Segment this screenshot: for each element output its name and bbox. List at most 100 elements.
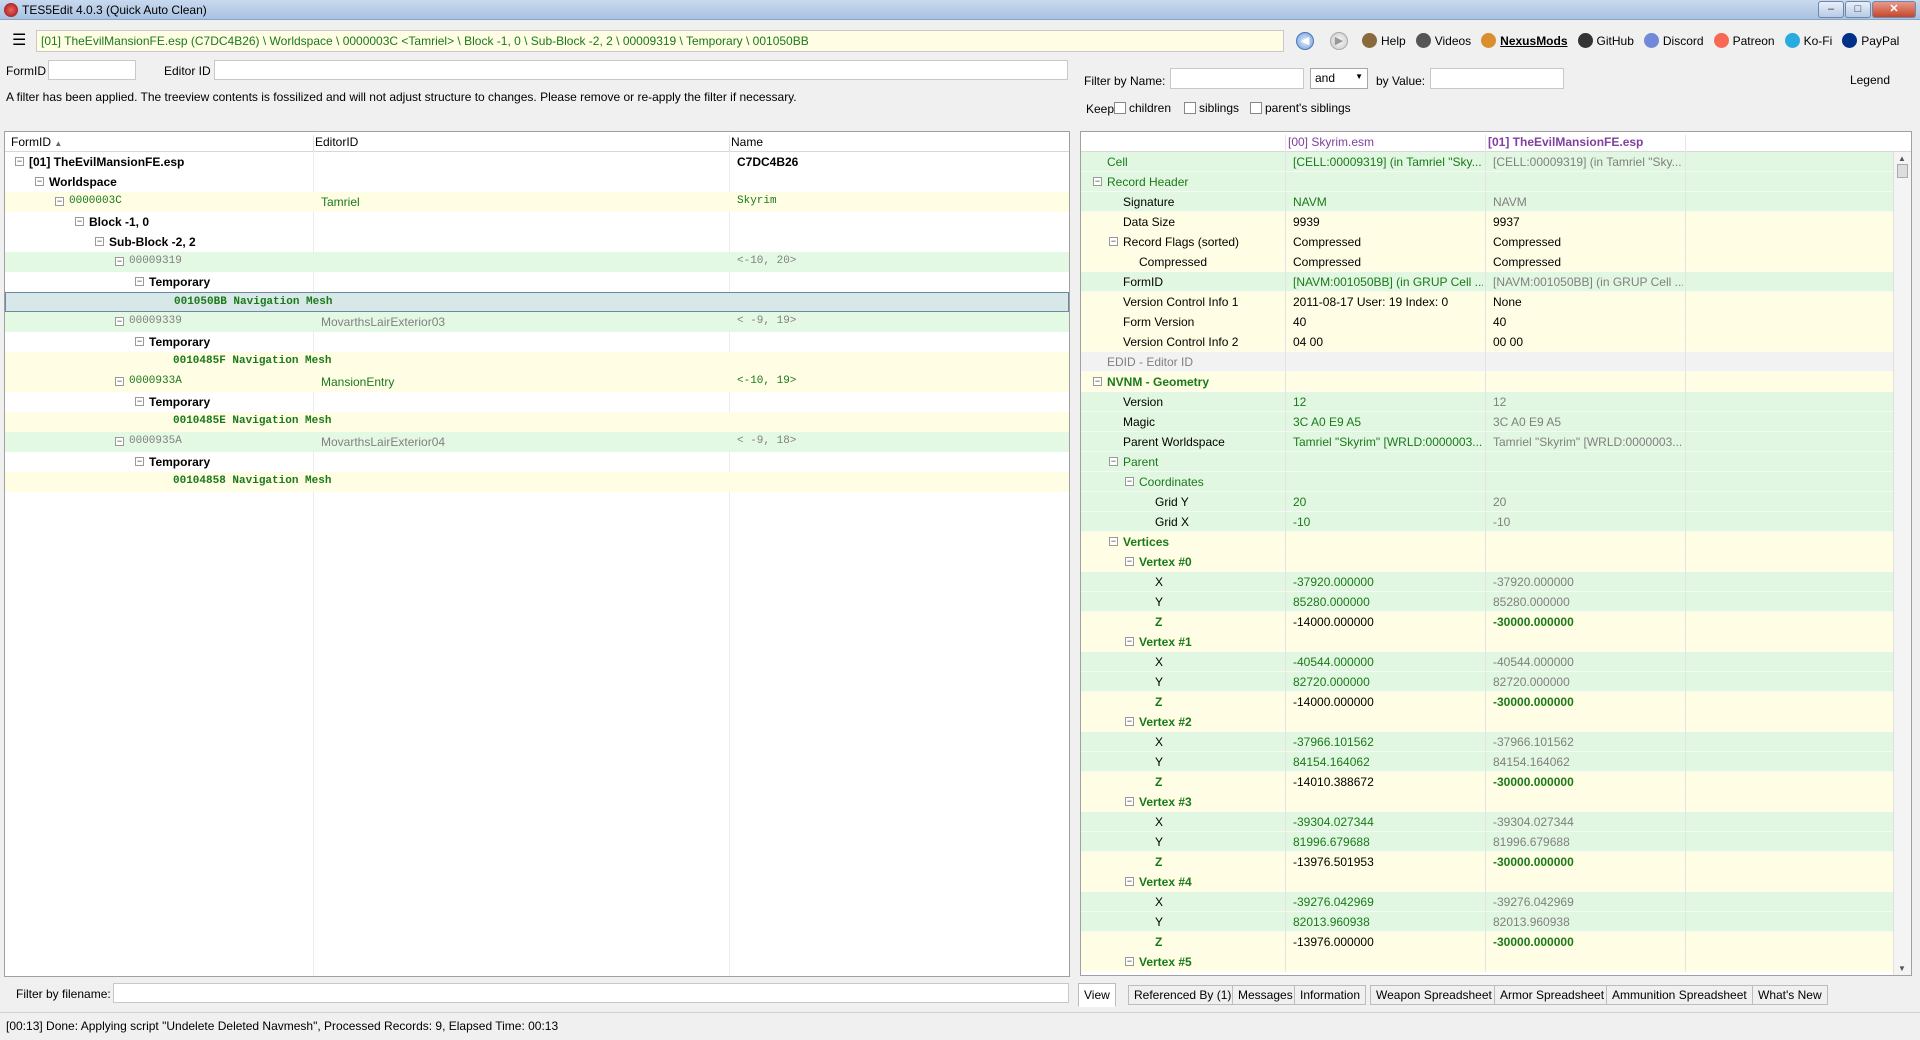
record-row[interactable]: Y 81996.679688 81996.679688 (1081, 832, 1893, 852)
record-row[interactable]: Z -14010.388672 -30000.000000 (1081, 772, 1893, 792)
tree-row[interactable]: − Temporary (5, 452, 1069, 472)
collapse-icon[interactable]: − (1109, 537, 1118, 546)
record-row[interactable]: Magic 3C A0 E9 A5 3C A0 E9 A5 (1081, 412, 1893, 432)
tree-row[interactable]: − Temporary (5, 332, 1069, 352)
collapse-icon[interactable]: − (115, 377, 124, 386)
collapse-icon[interactable]: − (115, 437, 124, 446)
collapse-icon[interactable]: − (135, 277, 144, 286)
tab-messages[interactable]: Messages (1232, 985, 1299, 1005)
record-row[interactable]: Data Size 9939 9937 (1081, 212, 1893, 232)
maximize-button[interactable]: □ (1845, 1, 1871, 18)
formid-input[interactable] (48, 60, 136, 80)
tree-row[interactable]: 00104858 Navigation Mesh (5, 472, 1069, 492)
tab-what-s-new[interactable]: What's New (1752, 985, 1828, 1005)
record-row[interactable]: Y 84154.164062 84154.164062 (1081, 752, 1893, 772)
record-row[interactable]: X -39304.027344 -39304.027344 (1081, 812, 1893, 832)
tree-row[interactable]: − [01] TheEvilMansionFE.esp C7DC4B26 (5, 152, 1069, 172)
collapse-icon[interactable]: − (55, 197, 64, 206)
tab-ammunition-spreadsheet[interactable]: Ammunition Spreadsheet (1606, 985, 1753, 1005)
tab-view[interactable]: View (1078, 983, 1116, 1007)
record-row[interactable]: − Vertices (1081, 532, 1893, 552)
record-row[interactable]: Parent Worldspace Tamriel "Skyrim" [WRLD:… (1081, 432, 1893, 452)
record-row[interactable]: Z -13976.000000 -30000.000000 (1081, 932, 1893, 952)
collapse-icon[interactable]: − (1093, 377, 1102, 386)
filename-filter-input[interactable] (113, 983, 1069, 1003)
tree-row[interactable]: −00009339 MovarthsLairExterior03 < -9, 19> (5, 312, 1069, 332)
collapse-icon[interactable]: − (15, 157, 24, 166)
keep-children-checkbox[interactable]: children (1114, 101, 1171, 115)
toolbar-link-discord[interactable]: Discord (1643, 33, 1704, 48)
record-row[interactable]: − Vertex #2 (1081, 712, 1893, 732)
filter-by-name-input[interactable] (1170, 68, 1304, 89)
record-row[interactable]: − Coordinates (1081, 472, 1893, 492)
tree-row[interactable]: − Worldspace (5, 172, 1069, 192)
tree-row[interactable]: 0010485E Navigation Mesh (5, 412, 1069, 432)
toolbar-link-patreon[interactable]: Patreon (1713, 33, 1775, 48)
record-row[interactable]: X -39276.042969 -39276.042969 (1081, 892, 1893, 912)
column-editorid[interactable]: EditorID (315, 135, 358, 149)
column-formid[interactable]: FormID ▲ (11, 135, 62, 149)
back-button[interactable]: ◀ (1296, 32, 1314, 50)
record-row[interactable]: − Record Flags (sorted) Compressed Compress… (1081, 232, 1893, 252)
scroll-up-icon[interactable]: ▲ (1898, 154, 1906, 163)
scroll-thumb[interactable] (1897, 164, 1908, 178)
hamburger-menu-icon[interactable]: ☰ (12, 33, 26, 49)
forward-button[interactable]: ▶ (1330, 32, 1348, 50)
panel-splitter[interactable] (1072, 60, 1078, 1010)
tree-row[interactable]: −0000003C Tamriel Skyrim (5, 192, 1069, 212)
column-evilmansion-esp[interactable]: [01] TheEvilMansionFE.esp (1488, 135, 1643, 149)
collapse-icon[interactable]: − (115, 317, 124, 326)
record-row[interactable]: − NVNM - Geometry (1081, 372, 1893, 392)
collapse-icon[interactable]: − (75, 217, 84, 226)
close-button[interactable]: ✕ (1872, 1, 1916, 18)
collapse-icon[interactable]: − (135, 457, 144, 466)
record-row[interactable]: Grid Y 20 20 (1081, 492, 1893, 512)
record-row[interactable]: Form Version 40 40 (1081, 312, 1893, 332)
collapse-icon[interactable]: − (1125, 637, 1134, 646)
record-row[interactable]: Z -14000.000000 -30000.000000 (1081, 692, 1893, 712)
collapse-icon[interactable]: − (1109, 457, 1118, 466)
keep-parents-siblings-checkbox[interactable]: parent's siblings (1250, 101, 1351, 115)
collapse-icon[interactable]: − (135, 337, 144, 346)
record-row[interactable]: − Record Header (1081, 172, 1893, 192)
record-row[interactable]: Y 82013.960938 82013.960938 (1081, 912, 1893, 932)
record-row[interactable]: Version Control Info 1 2011-08-17 User: 1… (1081, 292, 1893, 312)
toolbar-link-nexusmods[interactable]: NexusMods (1481, 33, 1568, 48)
vertical-scrollbar[interactable]: ▲ ▼ (1893, 152, 1911, 975)
record-tree-view[interactable]: FormID ▲ EditorID Name − [01] TheEvilMans… (4, 131, 1070, 977)
record-row[interactable]: FormID [NAVM:001050BB] (in GRUP Cell ... [… (1081, 272, 1893, 292)
collapse-icon[interactable]: − (1125, 557, 1134, 566)
tree-row[interactable]: − Temporary (5, 272, 1069, 292)
toolbar-link-github[interactable]: GitHub (1577, 33, 1634, 48)
tab-information[interactable]: Information (1294, 985, 1367, 1005)
column-name[interactable]: Name (731, 135, 763, 149)
keep-siblings-checkbox[interactable]: siblings (1184, 101, 1239, 115)
tree-row[interactable]: 0010485F Navigation Mesh (5, 352, 1069, 372)
record-row[interactable]: Z -14000.000000 -30000.000000 (1081, 612, 1893, 632)
collapse-icon[interactable]: − (1093, 177, 1102, 186)
tree-row[interactable]: − Temporary (5, 392, 1069, 412)
collapse-icon[interactable]: − (35, 177, 44, 186)
legend-button[interactable]: Legend (1850, 73, 1890, 87)
toolbar-link-ko-fi[interactable]: Ko-Fi (1784, 33, 1832, 48)
record-row[interactable]: − Vertex #5 (1081, 952, 1893, 972)
record-row[interactable]: Version 12 12 (1081, 392, 1893, 412)
toolbar-link-videos[interactable]: Videos (1415, 33, 1471, 48)
record-row[interactable]: Version Control Info 2 04 00 00 00 (1081, 332, 1893, 352)
record-row[interactable]: − Vertex #3 (1081, 792, 1893, 812)
collapse-icon[interactable]: − (1125, 797, 1134, 806)
record-row[interactable]: X -40544.000000 -40544.000000 (1081, 652, 1893, 672)
filter-by-value-input[interactable] (1430, 68, 1564, 89)
collapse-icon[interactable]: − (1125, 717, 1134, 726)
tree-row[interactable]: − Block -1, 0 (5, 212, 1069, 232)
tree-row[interactable]: −0000933A MansionEntry <-10, 19> (5, 372, 1069, 392)
tree-row[interactable]: − Sub-Block -2, 2 (5, 232, 1069, 252)
record-row[interactable]: EDID - Editor ID (1081, 352, 1893, 372)
tab-weapon-spreadsheet[interactable]: Weapon Spreadsheet (1370, 985, 1498, 1005)
record-row[interactable]: − Vertex #0 (1081, 552, 1893, 572)
column-skyrim-esm[interactable]: [00] Skyrim.esm (1288, 135, 1374, 149)
collapse-icon[interactable]: − (115, 257, 124, 266)
tree-row[interactable]: −0000935A MovarthsLairExterior04 < -9, 18> (5, 432, 1069, 452)
record-row[interactable]: Cell [CELL:00009319] (in Tamriel "Sky... [… (1081, 152, 1893, 172)
toolbar-link-paypal[interactable]: PayPal (1842, 33, 1899, 48)
